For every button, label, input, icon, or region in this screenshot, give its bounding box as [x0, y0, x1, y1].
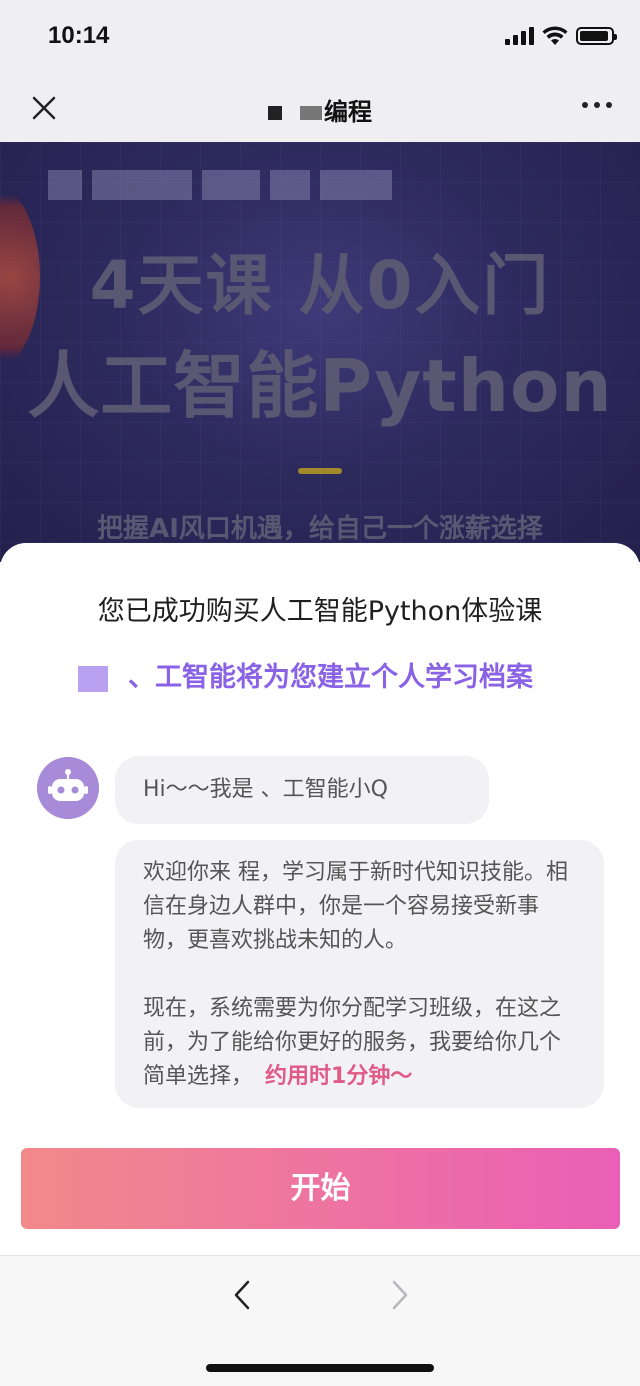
- chevron-left-icon[interactable]: [230, 1278, 254, 1312]
- sheet-title: 您已成功购买人工智能Python体验课: [97, 596, 543, 627]
- purchase-success-sheet: 您已成功购买人工智能Python体验课 、工智能将为您建立个人学习档案 Hi～～…: [0, 543, 640, 1255]
- chat-bubble-greeting: Hi～～我是 、工智能小Q: [115, 756, 489, 824]
- redaction-block: [78, 665, 108, 692]
- chevron-right-icon[interactable]: [388, 1278, 412, 1312]
- page-title-text: 编程: [324, 98, 372, 126]
- page-title: 编程: [0, 92, 640, 127]
- banner-headline-2: 人工智能Python: [27, 344, 613, 428]
- banner-divider: [298, 468, 342, 474]
- chat-intro-paragraph-1: 欢迎你来 程，学习属于新时代知识技能。相信在身边人群中，你是一个容易接受新事物，…: [143, 860, 568, 953]
- chat-greeting-text: Hi～～我是 、工智能小Q: [143, 777, 388, 802]
- chat-bubble-intro: 欢迎你来 程，学习属于新时代知识技能。相信在身边人群中，你是一个容易接受新事物，…: [115, 840, 604, 1108]
- chat-duration-highlight: 约用时1分钟～: [265, 1064, 413, 1089]
- status-bar: 10:14: [0, 0, 640, 78]
- status-time: 10:14: [48, 22, 110, 49]
- more-icon[interactable]: [582, 102, 612, 108]
- wifi-icon: [542, 26, 568, 45]
- home-indicator[interactable]: [206, 1364, 434, 1372]
- sheet-subtitle-text: 、工智能将为您建立个人学习档案: [128, 662, 533, 693]
- banner-headline-1: 4天课 从0入门: [89, 247, 551, 324]
- status-icons: [505, 26, 617, 46]
- banner-redacted-text: [48, 170, 392, 200]
- redaction-block: [300, 106, 322, 120]
- bottom-nav-bar: [0, 1255, 640, 1386]
- nav-bar: 编程: [0, 78, 640, 142]
- course-banner: 4天课 从0入门 人工智能Python 把握AI风口机遇，给自己一个涨薪选择: [0, 142, 640, 562]
- signal-icon: [505, 27, 534, 45]
- start-button[interactable]: 开始: [21, 1148, 620, 1229]
- robot-avatar-icon: [37, 757, 99, 819]
- battery-icon: [576, 27, 617, 45]
- redaction-block: [268, 106, 282, 120]
- chat-intro-text: 欢迎你来 程，学习属于新时代知识技能。相信在身边人群中，你是一个容易接受新事物，…: [143, 856, 577, 1094]
- sheet-subtitle: 、工智能将为您建立个人学习档案: [78, 655, 533, 694]
- banner-subtitle: 把握AI风口机遇，给自己一个涨薪选择: [97, 514, 543, 544]
